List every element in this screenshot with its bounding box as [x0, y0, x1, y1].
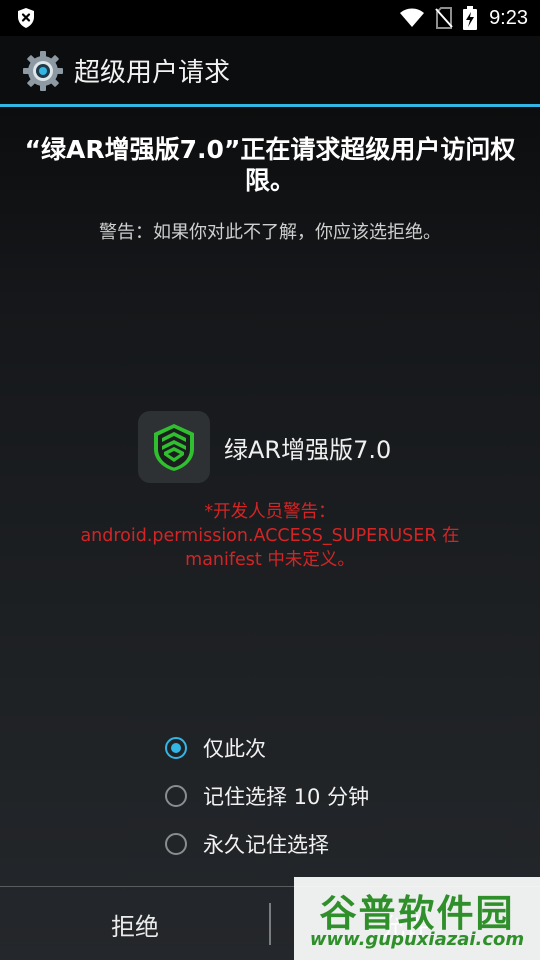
requesting-app: 绿AR增强版7.0 — [138, 410, 391, 484]
no-sim-icon — [435, 7, 463, 29]
developer-warning-line: manifest 中未定义。 — [185, 550, 355, 570]
deny-button[interactable]: 拒绝 — [0, 887, 270, 960]
remember-options: 仅此次 记住选择 10 分钟 永久记住选择 — [165, 724, 369, 868]
radio-button[interactable] — [165, 833, 187, 855]
status-time: 9:23 — [489, 6, 528, 29]
developer-warning-line: *开发人员警告： — [204, 502, 336, 522]
app-name: 绿AR增强版7.0 — [224, 435, 392, 464]
radio-button[interactable] — [165, 737, 187, 759]
option-label: 记住选择 10 分钟 — [203, 785, 370, 809]
shield-x-icon — [16, 7, 36, 33]
battery-charging-icon — [463, 6, 487, 30]
app-bar-title: 超级用户请求 — [74, 58, 231, 88]
status-bar: 9:23 — [0, 0, 540, 36]
shield-chevron-icon — [138, 411, 210, 483]
option-label: 永久记住选择 — [203, 833, 329, 857]
option-10-minutes[interactable]: 记住选择 10 分钟 — [165, 772, 369, 820]
watermark-logo: 谷普软件园 www.gupuxiazai.com — [294, 877, 540, 960]
option-forever[interactable]: 永久记住选择 — [165, 820, 369, 868]
wifi-icon — [399, 8, 435, 28]
request-message: “绿AR增强版7.0”正在请求超级用户访问权限。 — [24, 135, 516, 195]
button-divider — [269, 903, 271, 945]
gear-icon — [22, 50, 64, 92]
watermark-url: www.gupuxiazai.com — [309, 929, 525, 950]
app-bar-divider — [0, 104, 540, 107]
superuser-request-screen: 9:23 超级用户请求 “绿AR增强版7.0”正在请求超级用户访问权限。 警告：… — [0, 0, 540, 960]
option-label: 仅此次 — [203, 737, 266, 761]
request-warning: 警告：如果你对此不了解，你应该选拒绝。 — [99, 222, 441, 243]
app-bar: 超级用户请求 — [0, 36, 540, 104]
radio-button[interactable] — [165, 785, 187, 807]
developer-warning-line: android.permission.ACCESS_SUPERUSER 在 — [80, 526, 460, 546]
developer-warning: *开发人员警告： android.permission.ACCESS_SUPER… — [20, 500, 520, 572]
option-once[interactable]: 仅此次 — [165, 724, 369, 772]
